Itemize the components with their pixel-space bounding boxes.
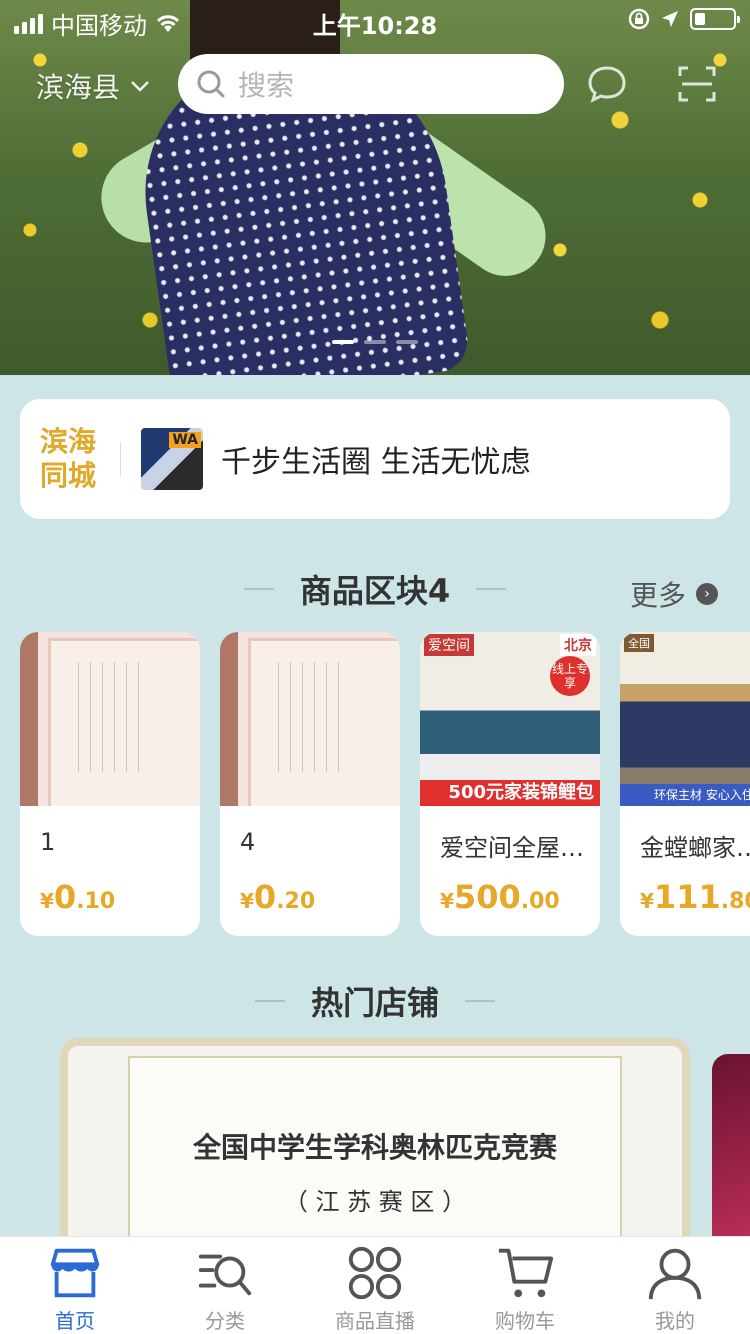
search-placeholder: 搜索 bbox=[238, 69, 295, 102]
local-city-thumbnail bbox=[141, 428, 203, 490]
battery-icon bbox=[690, 8, 740, 30]
region-tag: 全国 bbox=[624, 634, 654, 652]
product-card[interactable]: 4 ¥ 0 .20 bbox=[220, 632, 400, 936]
price-decimal: .80 bbox=[720, 889, 750, 914]
search-icon bbox=[197, 70, 225, 98]
product-carousel[interactable]: 1 ¥ 0 .10 4 ¥ 0 .20 爱空间 北京 线上专享 500元家装锦鲤… bbox=[20, 632, 750, 936]
product-card[interactable]: 爱空间 北京 线上专享 500元家装锦鲤包 爱空间全屋… ¥ 500 .00 bbox=[420, 632, 600, 936]
price-decimal: .00 bbox=[520, 889, 560, 914]
local-city-tag-line1: 滨海 bbox=[40, 425, 97, 458]
status-bar: 中国移动 上午10:28 bbox=[0, 0, 750, 40]
local-city-tag: 滨海 同城 bbox=[20, 425, 120, 493]
tab-category[interactable]: 分类 bbox=[150, 1237, 300, 1334]
chevron-down-icon bbox=[131, 81, 149, 92]
product-image: 爱空间 北京 线上专享 500元家装锦鲤包 bbox=[420, 632, 600, 806]
product-price: ¥ 111 .80 bbox=[640, 878, 750, 916]
product-name: 爱空间全屋… bbox=[440, 834, 584, 862]
title-rule-right bbox=[476, 588, 507, 590]
title-rule-right bbox=[465, 1000, 495, 1002]
tab-cart[interactable]: 购物车 bbox=[450, 1237, 600, 1334]
location-badge: 北京 bbox=[560, 634, 596, 656]
brand-badge: 爱空间 bbox=[424, 634, 474, 656]
online-exclusive-badge: 线上专享 bbox=[550, 656, 590, 696]
price-currency: ¥ bbox=[440, 889, 454, 913]
price-decimal: .20 bbox=[276, 889, 316, 914]
local-city-card[interactable]: 滨海 同城 千步生活圈 生活无忧虑 bbox=[20, 399, 730, 519]
tab-cart-label: 购物车 bbox=[495, 1309, 555, 1333]
product-image bbox=[220, 632, 400, 806]
more-button[interactable]: 更多 › bbox=[630, 574, 718, 614]
search-bar[interactable]: 搜索 bbox=[178, 54, 564, 114]
product-card[interactable]: 全国 环保主材 安心入住 金螳螂家… ¥ 111 .80 bbox=[620, 632, 750, 936]
shop-banner-title: 全国中学生学科奥林匹克竞赛 bbox=[192, 1131, 557, 1164]
price-currency: ¥ bbox=[40, 889, 54, 913]
product-price: ¥ 500 .00 bbox=[440, 878, 560, 916]
category-search-icon bbox=[198, 1254, 252, 1296]
message-icon[interactable] bbox=[586, 64, 628, 104]
tab-home[interactable]: 首页 bbox=[0, 1237, 150, 1334]
products-section-title: 商品区块4 bbox=[299, 572, 451, 610]
region-label: 滨海县 bbox=[36, 71, 121, 104]
product-name: 1 bbox=[40, 828, 56, 856]
store-icon bbox=[50, 1248, 100, 1298]
tab-category-label: 分类 bbox=[205, 1309, 245, 1333]
promo-strip: 环保主材 安心入住 bbox=[620, 784, 750, 806]
divider bbox=[120, 442, 121, 476]
title-rule-left bbox=[254, 1000, 285, 1002]
product-price: ¥ 0 .20 bbox=[240, 878, 315, 916]
product-image: 全国 环保主材 安心入住 bbox=[620, 632, 750, 806]
tab-home-label: 首页 bbox=[55, 1309, 95, 1333]
shop-banner-subtitle: （ 江 苏 赛 区 ） bbox=[283, 1188, 467, 1216]
price-currency: ¥ bbox=[240, 889, 254, 913]
cart-icon bbox=[498, 1248, 554, 1298]
price-integer: 0 bbox=[53, 878, 77, 916]
tab-live[interactable]: 商品直播 bbox=[300, 1237, 450, 1334]
certificate-text bbox=[78, 662, 148, 772]
rotation-lock-icon bbox=[628, 8, 650, 30]
local-city-slogan: 千步生活圈 生活无忧虑 bbox=[221, 445, 531, 480]
pagination-dot bbox=[364, 340, 386, 344]
local-city-tag-line2: 同城 bbox=[40, 459, 97, 492]
shops-section-title: 热门店铺 bbox=[310, 984, 439, 1022]
tab-profile-label: 我的 bbox=[655, 1309, 695, 1333]
chevron-right-icon: › bbox=[696, 583, 718, 605]
next-shop-banner[interactable] bbox=[712, 1054, 750, 1254]
tab-profile[interactable]: 我的 bbox=[600, 1237, 750, 1334]
shops-section-header: 热门店铺 bbox=[0, 978, 750, 1024]
pagination-dot bbox=[332, 340, 354, 344]
price-decimal: .10 bbox=[76, 889, 116, 914]
certificate-text bbox=[278, 662, 348, 772]
title-rule-left bbox=[243, 588, 274, 590]
scan-icon[interactable] bbox=[676, 64, 718, 104]
bottom-tab-bar: 首页 分类 商品直播 购物车 我的 bbox=[0, 1236, 750, 1334]
product-card[interactable]: 1 ¥ 0 .10 bbox=[20, 632, 200, 936]
product-name: 金螳螂家… bbox=[640, 834, 750, 862]
product-price: ¥ 0 .10 bbox=[40, 878, 115, 916]
price-integer: 500 bbox=[453, 878, 521, 916]
banner-pagination bbox=[0, 340, 750, 344]
product-image bbox=[20, 632, 200, 806]
price-integer: 0 bbox=[253, 878, 277, 916]
more-label: 更多 bbox=[629, 579, 686, 612]
profile-icon bbox=[648, 1248, 702, 1300]
price-integer: 111 bbox=[653, 878, 721, 916]
pagination-dot bbox=[396, 340, 418, 344]
grid-petal-icon bbox=[348, 1246, 402, 1300]
home-screen: 中国移动 上午10:28 滨海县 搜索 滨海 同城 WA 千步生活圈 生活无忧虑… bbox=[0, 0, 750, 1334]
price-currency: ¥ bbox=[640, 889, 654, 913]
promo-banner: 500元家装锦鲤包 bbox=[420, 780, 600, 806]
tab-live-label: 商品直播 bbox=[335, 1309, 415, 1333]
product-name: 4 bbox=[240, 828, 256, 856]
region-selector[interactable]: 滨海县 bbox=[36, 66, 150, 106]
location-arrow-icon bbox=[662, 11, 678, 27]
